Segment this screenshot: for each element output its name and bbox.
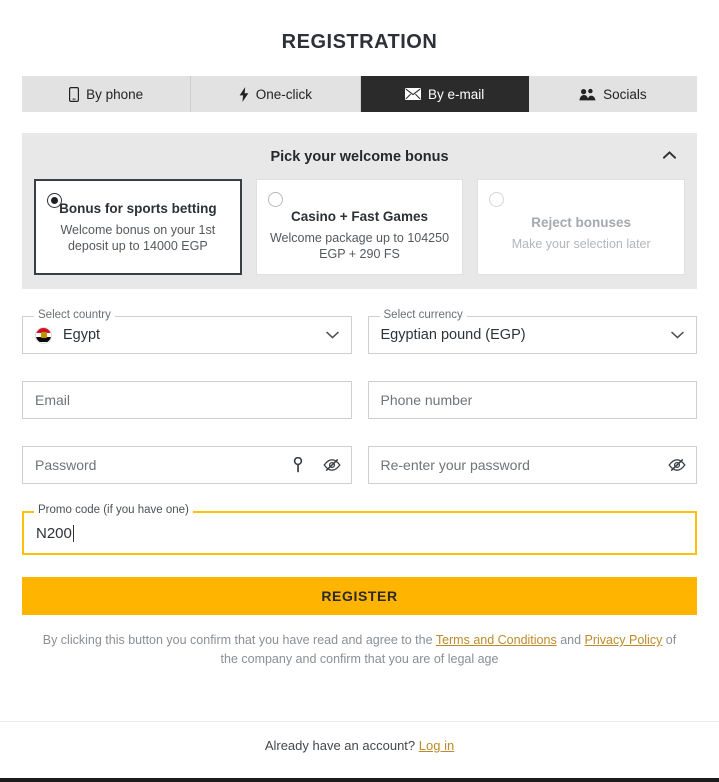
- tab-label: Socials: [603, 86, 647, 102]
- bonus-card-subtitle: Welcome bonus on your 1st deposit up to …: [60, 223, 216, 253]
- password-input[interactable]: Password: [22, 446, 352, 484]
- bonus-card-reject[interactable]: Reject bonuses Make your selection later: [477, 179, 686, 275]
- eye-off-icon[interactable]: [668, 456, 686, 474]
- envelope-icon: [404, 88, 421, 100]
- bonus-card-sports[interactable]: Bonus for sports betting Welcome bonus o…: [34, 179, 242, 275]
- bonus-card-list: Bonus for sports betting Welcome bonus o…: [34, 179, 686, 275]
- country-label: Select country: [34, 309, 115, 322]
- privacy-policy-link[interactable]: Privacy Policy: [585, 633, 663, 647]
- field-password-repeat: Re-enter your password: [367, 446, 697, 484]
- bonus-card-subtitle: Make your selection later: [511, 237, 651, 251]
- tab-by-phone[interactable]: By phone: [22, 76, 192, 112]
- chevron-up-icon[interactable]: [659, 145, 679, 165]
- tab-label: By phone: [86, 86, 144, 102]
- row-passwords: Password Re-enter your password: [22, 446, 697, 484]
- login-prompt-text: Already have an account?: [264, 738, 416, 753]
- register-button[interactable]: REGISTER: [22, 577, 697, 615]
- bonus-card-title: Bonus for sports betting: [59, 201, 217, 216]
- field-email: Email: [22, 381, 352, 419]
- legal-text-1: By clicking this button you confirm that…: [42, 633, 436, 647]
- people-icon: [579, 88, 596, 101]
- tab-label: One-click: [255, 86, 312, 102]
- key-icon[interactable]: [289, 456, 307, 474]
- footer-divider: [0, 721, 719, 722]
- field-phone: Phone number: [367, 381, 697, 419]
- egypt-flag-icon: [35, 326, 52, 344]
- page-title: REGISTRATION: [281, 31, 438, 53]
- field-password: Password: [22, 446, 352, 484]
- bolt-icon: [239, 86, 249, 102]
- password-repeat-input[interactable]: Re-enter your password: [367, 446, 697, 484]
- login-prompt: Already have an account? Log in: [0, 738, 719, 753]
- phone-input[interactable]: Phone number: [367, 381, 697, 419]
- bonus-card-subtitle: Welcome package up to 104250 EGP + 290 F…: [269, 231, 450, 261]
- eye-off-icon[interactable]: [322, 456, 341, 474]
- tab-socials[interactable]: Socials: [528, 76, 697, 112]
- field-currency: Select currency Egyptian pound (EGP): [367, 309, 697, 354]
- registration-page: REGISTRATION By phone One-click By e-mai…: [0, 0, 719, 782]
- bonus-card-title: Casino + Fast Games: [291, 209, 428, 224]
- registration-method-tabs: By phone One-click By e-mail Socials: [22, 76, 697, 112]
- promo-label: Promo code (if you have one): [34, 503, 193, 517]
- text-caret: [72, 524, 74, 542]
- promo-value: N200: [36, 524, 72, 542]
- currency-value: Egyptian pound (EGP): [380, 327, 526, 343]
- password-placeholder: Password: [35, 457, 97, 473]
- radio-reject[interactable]: [489, 192, 505, 207]
- terms-and-conditions-link[interactable]: Terms and Conditions: [436, 633, 557, 647]
- promo-code-input[interactable]: N200: [22, 511, 697, 555]
- welcome-bonus-section: Pick your welcome bonus Bonus for sports…: [22, 133, 697, 289]
- tab-by-email[interactable]: By e-mail: [360, 76, 529, 112]
- chevron-down-icon[interactable]: [325, 331, 339, 339]
- tab-one-click[interactable]: One-click: [191, 76, 361, 112]
- phone-placeholder: Phone number: [380, 392, 473, 408]
- radio-sports[interactable]: [47, 193, 62, 208]
- row-country-currency: Select country Egypt Select currency Egy…: [22, 309, 697, 354]
- field-promo-code: Promo code (if you have one) N200: [22, 503, 697, 555]
- email-placeholder: Email: [35, 392, 71, 408]
- country-value: Egypt: [63, 327, 101, 343]
- log-in-link[interactable]: Log in: [419, 738, 454, 753]
- password-repeat-placeholder: Re-enter your password: [380, 457, 530, 473]
- chevron-down-icon[interactable]: [671, 331, 684, 339]
- legal-disclaimer: By clicking this button you confirm that…: [38, 631, 681, 669]
- radio-casino[interactable]: [267, 192, 283, 207]
- field-country: Select country Egypt: [22, 309, 352, 354]
- email-input[interactable]: Email: [22, 381, 352, 419]
- legal-text-2: and: [556, 633, 585, 647]
- password-icons: [289, 456, 341, 474]
- tab-label: By e-mail: [427, 86, 485, 102]
- registration-form: Select country Egypt Select currency Egy…: [22, 289, 697, 555]
- password-repeat-icons: [668, 456, 686, 474]
- phone-icon: [69, 86, 80, 102]
- row-email-phone: Email Phone number: [22, 381, 697, 419]
- currency-label: Select currency: [379, 309, 467, 322]
- bonus-card-title: Reject bonuses: [531, 215, 632, 230]
- bonus-section-title: Pick your welcome bonus: [270, 149, 449, 165]
- bonus-card-casino[interactable]: Casino + Fast Games Welcome package up t…: [255, 179, 464, 275]
